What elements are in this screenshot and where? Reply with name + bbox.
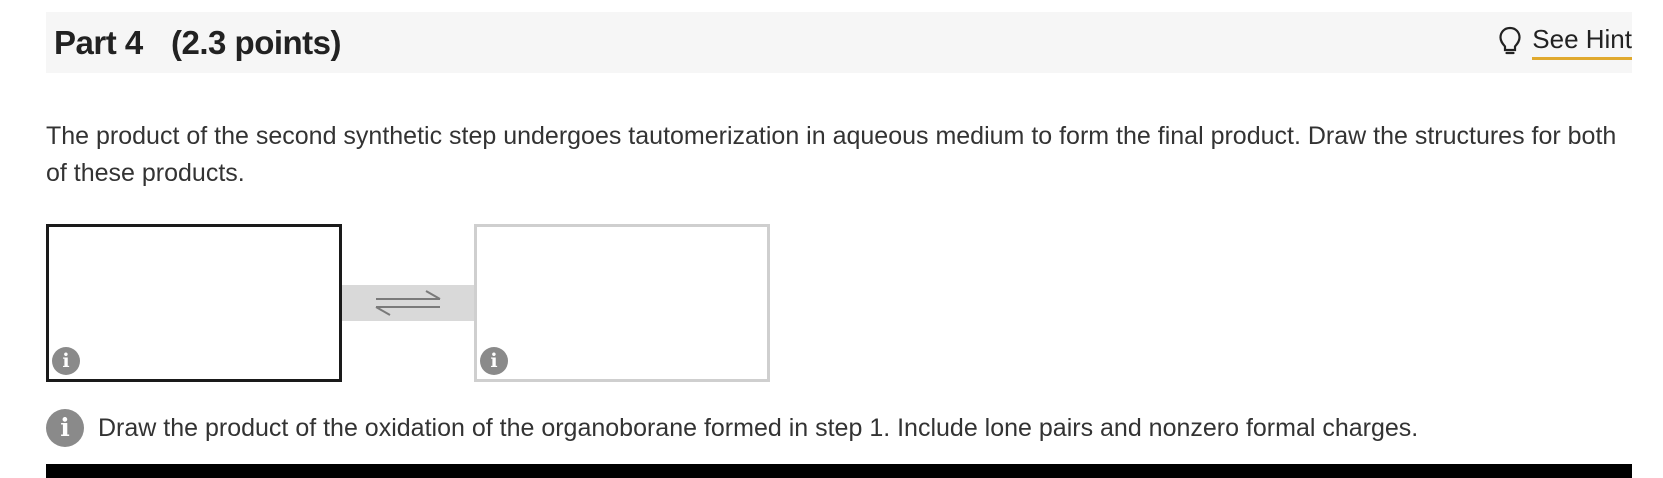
instruction-text: Draw the product of the oxidation of the…: [98, 413, 1419, 442]
instruction-row: i Draw the product of the oxidation of t…: [46, 408, 1418, 448]
see-hint-link[interactable]: See Hint: [1498, 24, 1632, 64]
question-text: The product of the second synthetic step…: [46, 122, 1617, 187]
editor-toolbar[interactable]: [46, 464, 1632, 478]
info-icon[interactable]: i: [480, 347, 508, 375]
lightbulb-icon: [1499, 26, 1521, 55]
question-part-page: Part 4 (2.3 points) See Hint The product…: [0, 0, 1663, 478]
drawing-canvas-tautomer[interactable]: i: [474, 224, 770, 382]
part-title: Part 4: [54, 24, 143, 61]
part-header: Part 4 (2.3 points) See Hint: [46, 12, 1632, 73]
equilibrium-connector: [342, 285, 474, 321]
info-icon[interactable]: i: [46, 409, 84, 447]
info-icon[interactable]: i: [52, 347, 80, 375]
drawing-canvas-product[interactable]: i: [46, 224, 342, 382]
part-points: (2.3 points): [171, 24, 342, 61]
equilibrium-arrows-icon: [375, 290, 441, 316]
see-hint-label[interactable]: See Hint: [1532, 24, 1632, 60]
